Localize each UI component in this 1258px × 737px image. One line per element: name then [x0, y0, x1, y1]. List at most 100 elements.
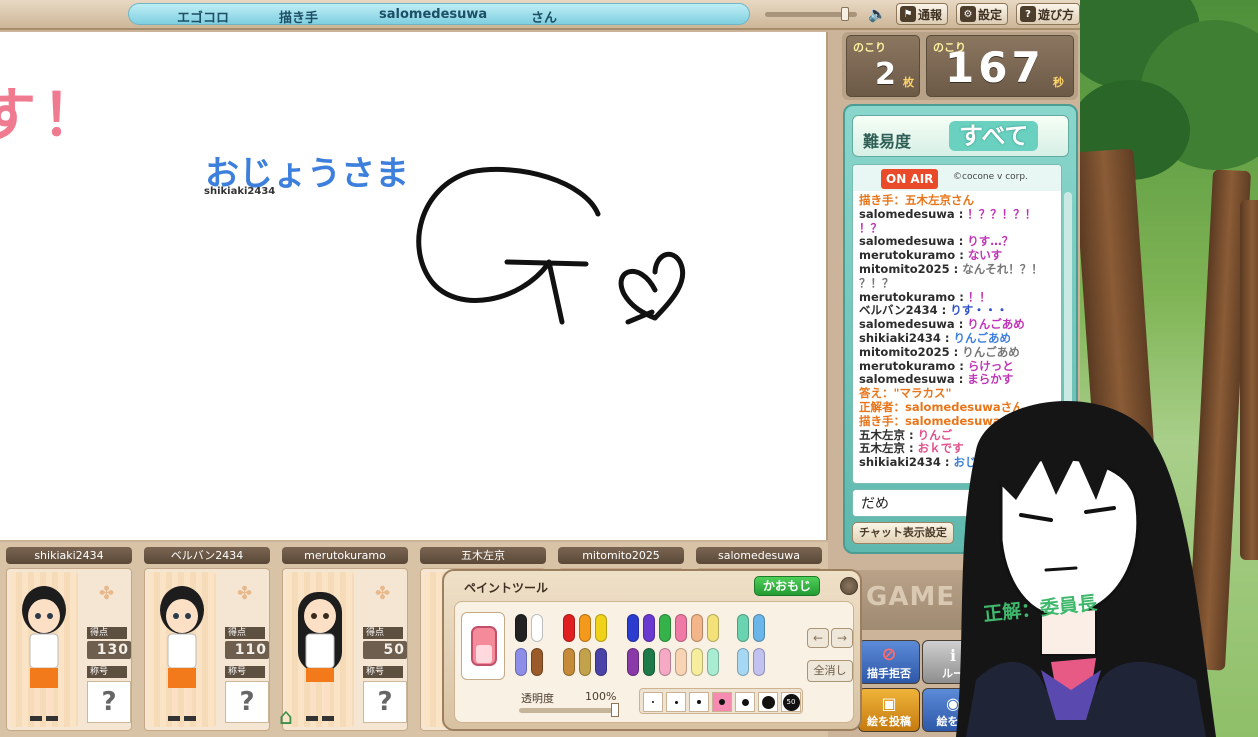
clear-all-button[interactable]: 全消し [807, 660, 853, 682]
streamer-avatar [956, 401, 1216, 737]
no-icon: ⊘ [881, 644, 897, 665]
pen-color-swatch[interactable] [737, 648, 749, 676]
stroke-letter-t-bar [504, 259, 589, 267]
chat-message: mitomito2025 : りんごあめ [859, 345, 1020, 359]
player-card[interactable]: ベルバン2434 ✤ 得点 110 称号 ? [138, 542, 275, 737]
volume-knob[interactable] [840, 7, 849, 21]
title-bar: エゴコロ 描き手 salomedesuwa さん [128, 3, 750, 26]
question-icon: ? [1020, 6, 1036, 22]
title-label: 称号 [87, 666, 127, 678]
chat-message-user: 五木左京 [859, 428, 905, 442]
stroke-letter-g [416, 166, 601, 303]
kaomoji-button[interactable]: かおもじ [754, 576, 821, 596]
post-picture-label: 絵を投稿 [867, 715, 911, 728]
pen-color-swatch[interactable] [737, 614, 749, 642]
pen-color-swatch[interactable] [675, 648, 687, 676]
flag-icon: ⚑ [900, 6, 916, 22]
pen-color-swatch[interactable] [563, 648, 575, 676]
chat-message: merutokuramo : ないす [859, 249, 1003, 263]
chat-display-settings-button[interactable]: チャット表示設定 [852, 522, 954, 544]
paint-tool-title: ペイントツール [464, 581, 549, 595]
brush-size-1[interactable] [643, 692, 663, 712]
chat-message: ！？ [859, 222, 1059, 236]
pen-color-swatch[interactable] [675, 614, 687, 642]
pen-color-swatch[interactable] [579, 648, 591, 676]
flower-icon: ✤ [375, 583, 391, 604]
pen-color-swatch[interactable] [595, 648, 607, 676]
chat-message: salomedesuwa : まらかす [859, 373, 1014, 387]
settings-label: 設定 [978, 7, 1003, 22]
redo-arrow-icon[interactable]: → [831, 628, 853, 648]
pen-color-swatch[interactable] [515, 614, 527, 642]
chat-header: ON AIR ©cocone v corp. [853, 165, 1061, 191]
brush-size-2[interactable] [666, 692, 686, 712]
chat-message-text: りす・・・ [950, 304, 1008, 318]
chat-message: ？！？ [859, 277, 1059, 291]
settings-button[interactable]: ⚙ 設定 [956, 3, 1009, 25]
brush-size-3[interactable] [689, 692, 709, 712]
howto-button[interactable]: ? 遊び方 [1016, 3, 1081, 25]
opacity-slider[interactable] [519, 703, 619, 717]
pen-color-swatch[interactable] [707, 648, 719, 676]
pen-color-swatch[interactable] [691, 648, 703, 676]
opacity-label: 透明度 [521, 692, 554, 705]
pen-color-swatch[interactable] [627, 648, 639, 676]
pen-color-swatch[interactable] [753, 648, 765, 676]
brush-size-4[interactable] [712, 692, 732, 712]
brush-size-7[interactable]: 50 [781, 692, 801, 712]
player-name: merutokuramo [282, 547, 408, 564]
remaining-time-value: 167 [945, 43, 1045, 92]
pen-color-swatch[interactable] [531, 648, 543, 676]
title-value: ? [225, 681, 269, 723]
chat-message: salomedesuwa : りんごあめ [859, 318, 1025, 332]
chat-message-user: salomedesuwa [859, 318, 955, 332]
stroke-heart [618, 251, 686, 325]
pen-color-swatch[interactable] [563, 614, 575, 642]
chat-message-user: merutokuramo [859, 359, 956, 373]
role-label: 描き手 [279, 11, 319, 26]
chat-message-text: なんそれ！？！ [962, 262, 1043, 276]
chat-message-user: merutokuramo [859, 290, 956, 304]
drawer-honorific: さん [531, 11, 558, 26]
opacity-knob[interactable] [611, 703, 619, 717]
pen-color-swatch[interactable] [659, 614, 671, 642]
volume-slider[interactable] [765, 7, 857, 21]
pen-color-swatch[interactable] [659, 648, 671, 676]
undo-arrow-icon[interactable]: ← [807, 628, 829, 648]
pen-color-swatch[interactable] [643, 648, 655, 676]
chat-message-text: ！？ [859, 221, 882, 235]
player-card[interactable]: shikiaki2434 ✤ 得点 130 称号 ? [0, 542, 137, 737]
eraser-button[interactable] [461, 612, 505, 680]
minimize-icon[interactable] [840, 577, 858, 595]
player-card[interactable]: merutokuramo ✤ ⌂ 得点 50 称号 ? [276, 542, 413, 737]
pen-color-swatch[interactable] [643, 614, 655, 642]
brush-size-5[interactable] [735, 692, 755, 712]
player-name: salomedesuwa [696, 547, 822, 564]
chat-message-text: 答え："マラカス" [859, 387, 952, 401]
pen-color-swatch[interactable] [531, 614, 543, 642]
drawing-canvas[interactable]: す！ おじょうさま shikiaki2434 [0, 32, 828, 540]
difficulty-label: 難易度 [863, 132, 912, 151]
chat-message-user: ベルバン2434 [859, 304, 938, 318]
chat-message-user: merutokuramo [859, 249, 956, 263]
brush-size-6[interactable] [758, 692, 778, 712]
pen-color-swatch[interactable] [595, 614, 607, 642]
avatar [160, 586, 204, 721]
post-picture-button[interactable]: ▣ 絵を投稿 [858, 688, 920, 732]
chat-message-user: salomedesuwa [859, 235, 955, 249]
remaining-cards-value: 2 [875, 57, 896, 92]
pen-color-swatch[interactable] [627, 614, 639, 642]
pen-color-swatch[interactable] [691, 614, 703, 642]
pen-color-swatch[interactable] [579, 614, 591, 642]
chat-message-text: ！！ [967, 290, 991, 304]
report-label: 通報 [918, 7, 943, 22]
refuse-drawer-button[interactable]: ⊘ 描手拒否 [858, 640, 920, 684]
pen-color-swatch[interactable] [515, 648, 527, 676]
score-value: 110 [225, 641, 269, 659]
chat-message-text: ないす [967, 249, 1003, 263]
refuse-drawer-label: 描手拒否 [867, 667, 911, 680]
pen-color-swatch[interactable] [707, 614, 719, 642]
speaker-icon[interactable]: 🔈 [868, 5, 887, 23]
pen-color-swatch[interactable] [753, 614, 765, 642]
report-button[interactable]: ⚑ 通報 [896, 3, 949, 25]
